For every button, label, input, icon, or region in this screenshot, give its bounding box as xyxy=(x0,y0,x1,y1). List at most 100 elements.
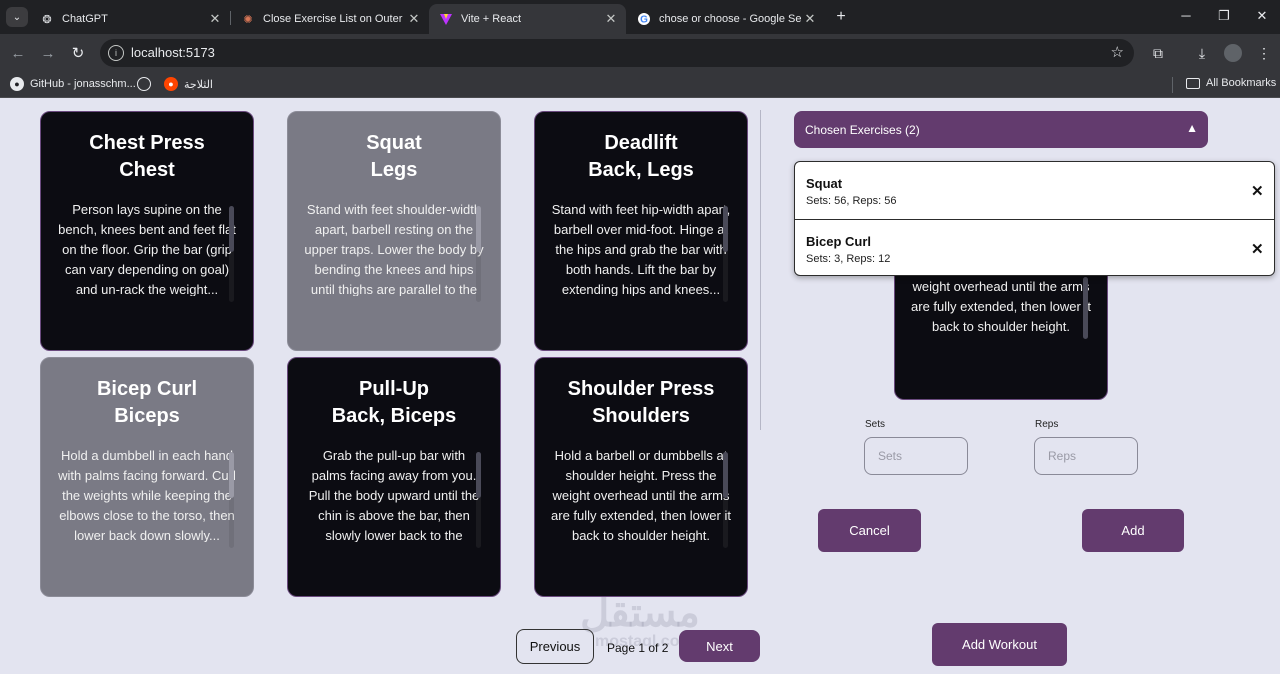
next-button[interactable]: Next xyxy=(679,630,760,662)
sets-input[interactable] xyxy=(864,437,968,475)
previous-button[interactable]: Previous xyxy=(516,629,594,664)
chosen-exercises-list: Squat Sets: 56, Reps: 56 ✕ Bicep Curl Se… xyxy=(794,161,1275,276)
close-window-button[interactable]: ✕ xyxy=(1252,8,1272,24)
scrollbar[interactable] xyxy=(723,206,728,252)
exercise-name: Squat xyxy=(366,132,422,154)
tab-vite-react[interactable]: Vite + React ✕ xyxy=(429,4,626,34)
maximize-button[interactable]: ❐ xyxy=(1214,8,1234,24)
add-button[interactable]: Add xyxy=(1082,509,1184,552)
triangle-up-icon: ▲ xyxy=(1186,121,1198,135)
exercise-description: Grab the pull-up bar with palms facing a… xyxy=(308,448,480,542)
exercise-muscle: Back, Legs xyxy=(588,159,694,181)
exercise-muscle: Shoulders xyxy=(592,405,690,427)
exercise-muscle: Biceps xyxy=(114,405,180,427)
add-workout-button[interactable]: Add Workout xyxy=(932,623,1067,666)
close-icon[interactable]: ✕ xyxy=(206,11,224,27)
minimize-button[interactable]: ─ xyxy=(1176,8,1196,23)
browser-tab-bar: ⌄ ❂ ChatGPT ✕ ✺ Close Exercise List on O… xyxy=(0,0,1280,34)
download-icon[interactable]: ⤓ xyxy=(1192,43,1212,63)
back-button[interactable]: ← xyxy=(8,43,28,63)
profile-avatar[interactable] xyxy=(1224,44,1242,62)
exercise-name: Deadlift xyxy=(604,132,678,154)
arrow-left-icon: ← xyxy=(10,44,26,62)
scrollbar[interactable] xyxy=(476,452,481,498)
address-bar[interactable]: i localhost:5173 ☆ xyxy=(100,39,1134,67)
tab-search-button[interactable]: ⌄ xyxy=(6,7,28,27)
close-icon[interactable]: ✕ xyxy=(801,11,819,27)
tab-google-search[interactable]: G chose or choose - Google Searc ✕ xyxy=(627,4,825,34)
scrollbar[interactable] xyxy=(476,206,481,252)
exercise-name: Pull-Up xyxy=(359,378,429,400)
svg-text:G: G xyxy=(640,15,648,26)
url-text[interactable]: localhost:5173 xyxy=(131,45,215,60)
folder-icon xyxy=(1186,77,1200,89)
reload-button[interactable]: ↻ xyxy=(68,43,88,63)
close-icon[interactable]: ✕ xyxy=(602,11,620,27)
exercise-muscle: Legs xyxy=(370,159,418,181)
exercise-muscle: Back, Biceps xyxy=(331,405,457,427)
chatgpt-icon: ❂ xyxy=(42,13,52,26)
chosen-item-name: Bicep Curl xyxy=(806,234,872,249)
chosen-item-detail: Sets: 3, Reps: 12 xyxy=(806,253,891,265)
close-icon[interactable]: ✕ xyxy=(1251,182,1264,200)
arrow-right-icon: → xyxy=(40,44,56,62)
tab-close-exercise[interactable]: ✺ Close Exercise List on Outer Cli ✕ xyxy=(231,4,429,34)
new-tab-button[interactable]: + xyxy=(831,7,851,27)
browser-toolbar: ← → ↻ i localhost:5173 ☆ ⧉ ⤓ ⋮ xyxy=(0,34,1280,72)
reps-input[interactable] xyxy=(1034,437,1138,475)
panel-divider xyxy=(760,110,761,430)
bookmark-globe[interactable] xyxy=(137,77,157,91)
chosen-exercises-label: Chosen Exercises (2) xyxy=(805,123,920,137)
chosen-item: Bicep Curl Sets: 3, Reps: 12 ✕ xyxy=(795,219,1274,275)
scrollbar[interactable] xyxy=(723,452,728,498)
sets-label: Sets xyxy=(865,419,886,430)
exercise-card-chest-press[interactable]: Chest Press Chest Person lays supine on … xyxy=(40,111,254,351)
close-icon[interactable]: ✕ xyxy=(405,11,423,27)
scrollbar[interactable] xyxy=(229,206,234,252)
exercise-card-shoulder-press[interactable]: Shoulder Press Shoulders Hold a barbell … xyxy=(534,357,748,597)
chosen-item-name: Squat xyxy=(806,176,843,191)
close-icon[interactable]: ✕ xyxy=(1251,240,1264,258)
reddit-icon: ● xyxy=(164,77,178,91)
exercise-description: weight overhead until the arms are fully… xyxy=(911,279,1091,334)
cancel-button[interactable]: Cancel xyxy=(818,509,921,552)
bookmark-reddit[interactable]: ● الثلاجة xyxy=(164,77,213,91)
extensions-icon[interactable]: ⧉ xyxy=(1148,43,1168,63)
exercise-description: Hold a dumbbell in each hand with palms … xyxy=(58,448,236,542)
chosen-item: Squat Sets: 56, Reps: 56 ✕ xyxy=(795,162,1274,219)
reload-icon: ↻ xyxy=(71,45,85,62)
github-icon: ● xyxy=(10,77,24,91)
menu-kebab-icon[interactable]: ⋮ xyxy=(1254,43,1274,63)
chevron-down-icon: ⌄ xyxy=(12,11,22,23)
exercise-description: Stand with feet shoulder-width apart, ba… xyxy=(304,202,483,296)
forward-button[interactable]: → xyxy=(38,43,58,63)
exercise-name: Chest Press xyxy=(89,132,205,154)
exercise-name: Shoulder Press xyxy=(567,378,715,400)
scrollbar[interactable] xyxy=(229,452,234,498)
chosen-item-detail: Sets: 56, Reps: 56 xyxy=(806,195,897,207)
page-indicator: Page 1 of 2 xyxy=(607,641,669,655)
exercise-description: Hold a barbell or dumbbells at shoulder … xyxy=(551,448,731,542)
google-icon: G xyxy=(637,12,651,26)
selected-exercise-card: weight overhead until the arms are fully… xyxy=(894,258,1108,400)
chosen-exercises-toggle[interactable]: Chosen Exercises (2) ▲ xyxy=(794,111,1208,148)
exercise-card-bicep-curl[interactable]: Bicep Curl Biceps Hold a dumbbell in eac… xyxy=(40,357,254,597)
scrollbar[interactable] xyxy=(1083,277,1088,339)
site-info-icon[interactable]: i xyxy=(108,45,124,61)
exercise-card-deadlift[interactable]: Deadlift Back, Legs Stand with feet hip-… xyxy=(534,111,748,351)
exercise-description: Stand with feet hip-width apart, barbell… xyxy=(551,202,731,296)
all-bookmarks[interactable]: All Bookmarks xyxy=(1186,77,1276,89)
exercise-card-pull-up[interactable]: Pull-Up Back, Biceps Grab the pull-up ba… xyxy=(287,357,501,597)
bookmark-github[interactable]: ● GitHub - jonasschm... xyxy=(10,77,136,91)
reps-label: Reps xyxy=(1035,419,1059,430)
claude-icon: ✺ xyxy=(243,13,253,26)
bookmark-star-icon[interactable]: ☆ xyxy=(1111,43,1124,61)
vite-icon xyxy=(439,12,453,26)
app-page: مستقل mostaql.com Chest Press Chest Pers… xyxy=(0,98,1280,674)
exercise-card-squat[interactable]: Squat Legs Stand with feet shoulder-widt… xyxy=(287,111,501,351)
exercise-muscle: Chest xyxy=(119,159,175,181)
plus-icon: + xyxy=(836,8,846,25)
bookmarks-bar: ● GitHub - jonasschm... ● الثلاجة All Bo… xyxy=(0,72,1280,98)
exercise-description: Person lays supine on the bench, knees b… xyxy=(58,202,236,296)
tab-chatgpt[interactable]: ❂ ChatGPT ✕ xyxy=(30,4,230,34)
